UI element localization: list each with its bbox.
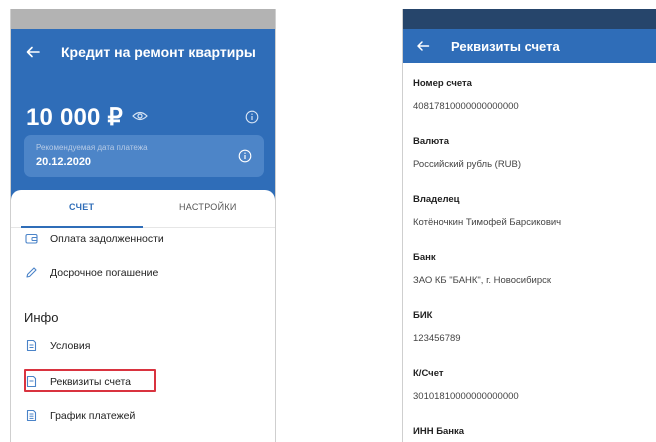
pencil-icon [26,266,37,278]
menu-item-early-repayment[interactable]: Досрочное погашение [25,262,158,282]
back-arrow-icon[interactable] [25,44,41,60]
document-icon [26,409,37,421]
menu-item-label: Досрочное погашение [50,266,159,279]
field-bank: Банк ЗАО КБ "БАНК", г. Новосибирск [413,252,648,286]
menu-item-terms[interactable]: Условия [25,335,90,355]
payment-date-card[interactable]: Рекомендуемая дата платежа 20.12.2020 [24,135,264,177]
field-currency: Валюта Российский рубль (RUB) [413,136,648,170]
payment-date-value: 20.12.2020 [36,156,92,168]
app-bar: Кредит на ремонт квартиры [11,42,275,66]
field-label: Банк [413,252,436,263]
wallet-icon [25,233,38,244]
highlight-frame [24,369,156,392]
tab-settings[interactable]: НАСТРОЙКИ [179,202,237,212]
field-label: ИНН Банка [413,426,465,437]
field-correspondent-account: К/Счет 30101810000000000000 [413,368,648,402]
payment-date-hint: Рекомендуемая дата платежа [36,143,148,152]
document-icon [26,339,37,351]
info-icon[interactable] [245,110,259,124]
eye-icon[interactable] [132,110,148,122]
menu-item-label: График платежей [50,409,136,422]
menu-item-payment-schedule[interactable]: График платежей [25,405,135,425]
page-title: Реквизиты счета [451,39,560,54]
amount-row: 10 000 ₽ [26,103,263,133]
field-value: Котёночкин Тимофей Барсикович [413,217,562,228]
tab-account[interactable]: СЧЕТ [69,202,94,212]
field-value: 40817810000000000000 [413,101,519,112]
status-bar [403,9,656,29]
tab-bar: СЧЕТ НАСТРОЙКИ [11,190,275,228]
back-arrow-icon[interactable] [416,39,430,53]
menu-item-pay-debt[interactable]: Оплата задолженности [25,228,164,248]
field-value: 123456789 [413,333,461,344]
page-title: Кредит на ремонт квартиры [61,44,256,60]
field-label: К/Счет [413,368,444,379]
field-label: Номер счета [413,78,472,89]
field-value: ЗАО КБ "БАНК", г. Новосибирск [413,275,552,286]
loan-screen: Кредит на ремонт квартиры 10 000 ₽ Реком… [10,9,276,442]
app-bar: Реквизиты счета [403,29,656,63]
field-value: 30101810000000000000 [413,391,519,402]
status-bar [11,9,275,29]
menu-item-label: Условия [50,339,91,352]
field-value: Российский рубль (RUB) [413,159,522,170]
field-bik: БИК 123456789 [413,310,648,344]
account-details-screen: Реквизиты счета Номер счета 408178100000… [402,9,656,442]
section-heading-info: Инфо [24,310,59,325]
field-label: БИК [413,310,433,321]
loan-amount: 10 000 ₽ [26,104,123,131]
field-owner: Владелец Котёночкин Тимофей Барсикович [413,194,648,228]
field-bank-inn: ИНН Банка [413,426,648,437]
menu-item-label: Оплата задолженности [50,232,164,245]
info-icon[interactable] [238,149,252,163]
field-label: Валюта [413,136,449,147]
field-account-number: Номер счета 40817810000000000000 [413,78,648,112]
field-label: Владелец [413,194,460,205]
